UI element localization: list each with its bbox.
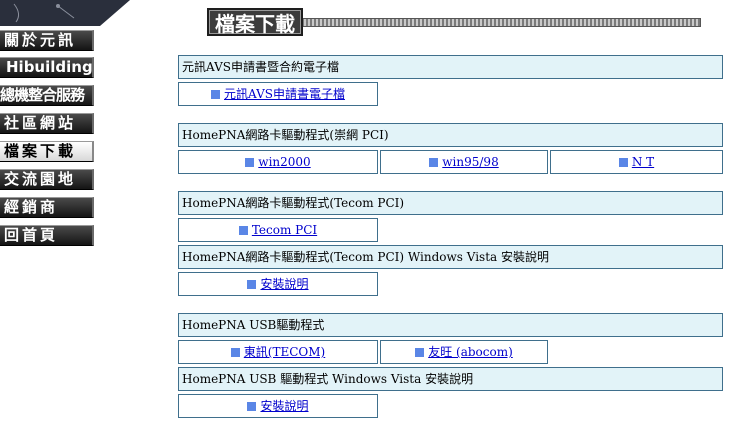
download-link[interactable]: win2000: [258, 155, 310, 169]
bullet-square-icon: [247, 402, 257, 411]
download-link[interactable]: 元訊AVS申請書電子檔: [224, 87, 345, 101]
nav-community-site[interactable]: 社區網站: [0, 113, 94, 134]
download-cell[interactable]: win2000: [178, 150, 378, 174]
nav-dealers[interactable]: 經銷商: [0, 197, 94, 218]
download-link[interactable]: 安裝說明: [260, 277, 308, 291]
download-cell[interactable]: 東訊(TECOM): [178, 340, 378, 364]
bullet-square-icon: [238, 226, 248, 235]
download-link[interactable]: 友旺 (abocom): [428, 345, 513, 359]
nav-forum[interactable]: 交流園地: [0, 169, 94, 190]
section-tecom-vista-header: HomePNA網路卡驅動程式(Tecom PCI) Windows Vista …: [178, 245, 723, 269]
download-cell[interactable]: 安裝說明: [178, 394, 378, 418]
nav-about[interactable]: 關於元訊: [0, 30, 94, 51]
download-link[interactable]: N T: [632, 155, 654, 169]
download-cell[interactable]: 元訊AVS申請書電子檔: [178, 82, 378, 106]
nav-pbx-service[interactable]: 總機整合服務: [0, 85, 94, 106]
bullet-square-icon: [230, 348, 240, 357]
section-usb-header: HomePNA USB驅動程式: [178, 313, 723, 337]
download-link[interactable]: 安裝說明: [260, 399, 308, 413]
nav-hibuilding[interactable]: Hibuilding: [0, 57, 94, 78]
download-cell[interactable]: N T: [550, 150, 723, 174]
section-pna-pci-header: HomePNA網路卡驅動程式(崇網 PCI): [178, 123, 723, 147]
bullet-square-icon: [415, 348, 425, 357]
download-link[interactable]: win95/98: [442, 155, 498, 169]
section-usb-vista-header: HomePNA USB 驅動程式 Windows Vista 安裝說明: [178, 367, 723, 391]
section-avs-header: 元訊AVS申請書暨合約電子檔: [178, 55, 723, 79]
download-cell[interactable]: win95/98: [380, 150, 548, 174]
bullet-square-icon: [247, 280, 257, 289]
download-link[interactable]: Tecom PCI: [252, 223, 317, 237]
bullet-square-icon: [429, 158, 439, 167]
left-nav: 關於元訊 Hibuilding 總機整合服務 社區網站 檔案下載 交流園地 經銷…: [0, 0, 165, 425]
nav-decoration: [0, 0, 130, 26]
download-cell[interactable]: 友旺 (abocom): [380, 340, 548, 364]
download-link[interactable]: 東訊(TECOM): [244, 345, 325, 359]
bullet-square-icon: [618, 158, 628, 167]
bullet-square-icon: [211, 90, 221, 99]
bullet-square-icon: [245, 158, 255, 167]
download-cell[interactable]: 安裝說明: [178, 272, 378, 296]
page-header: 檔案下載: [189, 8, 701, 36]
section-tecom-pci-header: HomePNA網路卡驅動程式(Tecom PCI): [178, 191, 723, 215]
page-title: 檔案下載: [207, 8, 303, 36]
download-cell[interactable]: Tecom PCI: [178, 218, 378, 242]
nav-downloads[interactable]: 檔案下載: [0, 141, 94, 162]
nav-home[interactable]: 回首頁: [0, 225, 94, 246]
